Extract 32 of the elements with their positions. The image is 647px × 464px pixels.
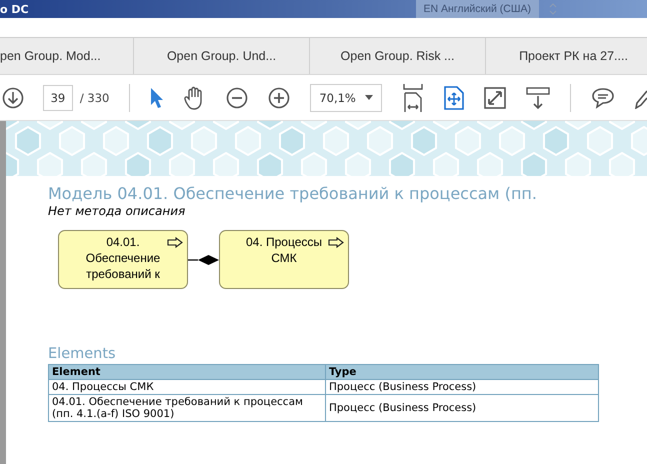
caret-icon: [365, 95, 374, 100]
model-subtitle: Нет метода описания: [48, 204, 186, 218]
pointer-icon[interactable]: [150, 86, 164, 108]
zoom-dropdown[interactable]: 70,1%: [310, 84, 382, 112]
fit-width-icon[interactable]: [402, 82, 424, 112]
document-tab[interactable]: pen Group. Mod...: [0, 38, 134, 74]
column-header: Element: [48, 364, 326, 380]
page-total: / 330: [80, 90, 110, 104]
process-arrow-icon: [328, 237, 344, 248]
column-header: Type: [326, 364, 598, 380]
model-title: Модель 04.01. Обеспечение требований к процессам (пп.: [48, 184, 538, 203]
document-tab[interactable]: Open Group. Und...: [134, 38, 310, 74]
table-cell: 04.01. Обеспечение требований к процессам (пп. 4.1.(a-f) ISO 9001): [48, 394, 326, 422]
node-label: 04. Процессы СМК: [244, 234, 324, 267]
scroll-down-icon[interactable]: [2, 86, 24, 108]
zoom-in-icon[interactable]: [268, 86, 290, 108]
scroll-mode-icon[interactable]: [526, 86, 550, 108]
comment-icon[interactable]: [591, 86, 616, 108]
connector-drawing: [188, 254, 219, 266]
node-label: 04.01. Обеспечение требований к: [84, 234, 162, 283]
document-tab[interactable]: Open Group. Risk ...: [310, 38, 486, 74]
window-title: o DC: [0, 2, 30, 16]
fit-page-icon[interactable]: [444, 86, 464, 110]
fullscreen-icon[interactable]: [484, 86, 506, 108]
table-cell: 04. Процессы СМК: [48, 380, 326, 394]
document-tab[interactable]: Проект РК на 27....: [486, 38, 647, 74]
process-arrow-icon: [167, 237, 183, 248]
table-cell: Процесс (Business Process): [326, 394, 598, 422]
zoom-out-icon[interactable]: [226, 86, 248, 108]
table-cell: Процесс (Business Process): [326, 380, 598, 394]
section-heading: Elements: [48, 346, 117, 362]
page-number-field[interactable]: 39: [43, 84, 73, 110]
